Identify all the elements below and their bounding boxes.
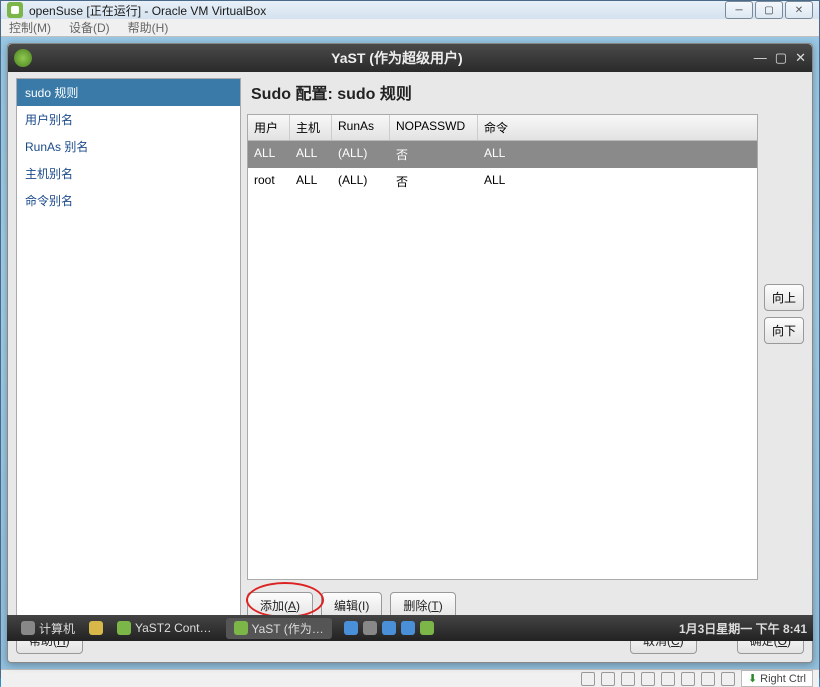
sidebar-item-runas-alias[interactable]: RunAs 别名 <box>17 133 240 160</box>
vbox-statusbar: ⬇ Right Ctrl <box>1 669 819 687</box>
cell-runas: (ALL) <box>332 144 390 165</box>
host-close-button[interactable]: ✕ <box>785 1 813 19</box>
virtualbox-icon <box>7 2 23 18</box>
menu-help[interactable]: 帮助(H) <box>128 19 169 36</box>
yast-home-icon <box>14 49 32 67</box>
updown-buttons: 向上 向下 <box>764 114 804 580</box>
taskbar-computer[interactable]: 计算机 <box>13 618 83 639</box>
sidebar-list[interactable]: sudo 规则 用户别名 RunAs 别名 主机别名 命令别名 <box>16 78 241 619</box>
cell-cmd: ALL <box>478 144 757 165</box>
yast-titlebar[interactable]: YaST (作为超级用户) — ▢ ✕ <box>8 44 812 72</box>
tray-icon[interactable] <box>363 621 377 635</box>
host-key-indicator[interactable]: ⬇ Right Ctrl <box>741 670 813 687</box>
right-pane: Sudo 配置: sudo 规则 用户 主机 RunAs NOPASSWD 命令 <box>247 78 804 619</box>
sidebar-item-label: sudo 规则 <box>25 86 78 100</box>
cell-host: ALL <box>290 144 332 165</box>
sidebar-item-sudo-rules[interactable]: sudo 规则 <box>17 79 240 106</box>
table-area: 用户 主机 RunAs NOPASSWD 命令 ALL ALL <box>247 114 804 580</box>
cell-nopasswd: 否 <box>390 144 478 165</box>
tray-icon[interactable] <box>401 621 415 635</box>
cell-user: root <box>248 171 290 192</box>
cell-nopasswd: 否 <box>390 171 478 192</box>
guest-taskbar[interactable]: 计算机 YaST2 Cont… YaST (作为… 1月3日星期一 下午 8:4… <box>7 615 813 641</box>
tray-icon[interactable] <box>420 621 434 635</box>
cell-cmd: ALL <box>478 171 757 192</box>
menu-control[interactable]: 控制(M) <box>9 19 51 36</box>
sidebar-item-host-alias[interactable]: 主机别名 <box>17 160 240 187</box>
yast-window: YaST (作为超级用户) — ▢ ✕ sudo 规则 用户别名 RunAs 别… <box>7 43 813 663</box>
yast-maximize-button[interactable]: ▢ <box>775 50 787 66</box>
yast-body: sudo 规则 用户别名 RunAs 别名 主机别名 命令别名 Sudo 配置:… <box>8 72 812 662</box>
col-runas[interactable]: RunAs <box>332 115 390 140</box>
yast-close-button[interactable]: ✕ <box>795 50 806 66</box>
table-body: ALL ALL (ALL) 否 ALL root ALL <box>248 141 757 579</box>
taskbar-label: YaST (作为… <box>252 620 324 637</box>
col-nopasswd[interactable]: NOPASSWD <box>390 115 478 140</box>
taskbar-tray <box>344 621 434 635</box>
sidebar-item-label: 用户别名 <box>25 113 73 127</box>
sidebar-item-label: 主机别名 <box>25 167 73 181</box>
status-capture-icon[interactable] <box>721 672 735 686</box>
yast-minimize-button[interactable]: — <box>754 50 767 66</box>
rules-table[interactable]: 用户 主机 RunAs NOPASSWD 命令 ALL ALL <box>247 114 758 580</box>
yast-main-row: sudo 规则 用户别名 RunAs 别名 主机别名 命令别名 Sudo 配置:… <box>16 78 804 619</box>
cell-user: ALL <box>248 144 290 165</box>
sidebar-item-cmd-alias[interactable]: 命令别名 <box>17 187 240 214</box>
sidebar-item-user-alias[interactable]: 用户别名 <box>17 106 240 133</box>
taskbar-label: 计算机 <box>39 620 75 637</box>
computer-icon <box>21 621 35 635</box>
note-icon[interactable] <box>89 621 103 635</box>
host-window-controls: ─ ▢ ✕ <box>723 1 813 19</box>
status-shared-icon[interactable] <box>681 672 695 686</box>
sidebar-item-label: 命令别名 <box>25 194 73 208</box>
host-minimize-button[interactable]: ─ <box>725 1 753 19</box>
host-titlebar[interactable]: openSuse [正在运行] - Oracle VM VirtualBox ─… <box>1 1 819 19</box>
yast-title: YaST (作为超级用户) <box>40 48 754 68</box>
taskbar-app-yast2-control[interactable]: YaST2 Cont… <box>109 619 219 637</box>
cell-runas: (ALL) <box>332 171 390 192</box>
col-cmd[interactable]: 命令 <box>478 115 757 140</box>
col-host[interactable]: 主机 <box>290 115 332 140</box>
tray-icon[interactable] <box>382 621 396 635</box>
taskbar-clock[interactable]: 1月3日星期一 下午 8:41 <box>679 620 807 637</box>
status-net-icon[interactable] <box>641 672 655 686</box>
host-maximize-button[interactable]: ▢ <box>755 1 783 19</box>
move-up-button[interactable]: 向上 <box>764 284 804 311</box>
col-user[interactable]: 用户 <box>248 115 290 140</box>
guest-display: YaST (作为超级用户) — ▢ ✕ sudo 规则 用户别名 RunAs 别… <box>1 37 819 669</box>
move-down-button[interactable]: 向下 <box>764 317 804 344</box>
table-row[interactable]: root ALL (ALL) 否 ALL <box>248 168 757 195</box>
host-title: openSuse [正在运行] - Oracle VM VirtualBox <box>29 2 723 19</box>
yast-window-controls: — ▢ ✕ <box>754 50 806 66</box>
table-row[interactable]: ALL ALL (ALL) 否 ALL <box>248 141 757 168</box>
status-display-icon[interactable] <box>701 672 715 686</box>
arrow-down-icon: ⬇ <box>748 672 757 685</box>
status-mouse-icon[interactable] <box>621 672 635 686</box>
status-usb-icon[interactable] <box>661 672 675 686</box>
app-icon <box>117 621 131 635</box>
sidebar-item-label: RunAs 别名 <box>25 140 88 154</box>
menu-device[interactable]: 设备(D) <box>69 19 110 36</box>
status-optical-icon[interactable] <box>601 672 615 686</box>
app-icon <box>234 621 248 635</box>
table-header: 用户 主机 RunAs NOPASSWD 命令 <box>248 115 757 141</box>
status-disk-icon[interactable] <box>581 672 595 686</box>
taskbar-app-yast[interactable]: YaST (作为… <box>226 618 332 639</box>
tray-icon[interactable] <box>344 621 358 635</box>
cell-host: ALL <box>290 171 332 192</box>
content-heading: Sudo 配置: sudo 规则 <box>247 78 804 108</box>
taskbar-label: YaST2 Cont… <box>135 621 211 635</box>
host-window: openSuse [正在运行] - Oracle VM VirtualBox ─… <box>0 0 820 678</box>
vbox-menubar: 控制(M) 设备(D) 帮助(H) <box>1 19 819 37</box>
